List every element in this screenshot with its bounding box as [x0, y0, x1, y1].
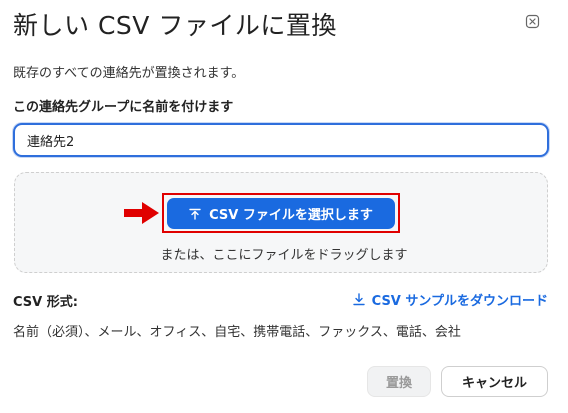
download-csv-sample-link[interactable]: CSV サンプルをダウンロード: [352, 290, 548, 309]
dialog-title: 新しい CSV ファイルに置換: [13, 11, 337, 40]
group-name-label: この連絡先グループに名前を付けます: [13, 100, 234, 115]
cancel-button[interactable]: キャンセル: [441, 366, 548, 397]
choose-csv-file-label: CSV ファイルを選択します: [209, 208, 373, 223]
replace-button[interactable]: 置換: [367, 366, 431, 397]
upload-icon: [189, 208, 201, 220]
choose-csv-file-button[interactable]: CSV ファイルを選択します: [167, 198, 395, 229]
csv-fields-list: 名前（必須）、メール、オフィス、自宅、携帯電話、ファックス、電話、会社: [13, 325, 461, 340]
drag-instructions: または、ここにファイルをドラッグします: [160, 248, 408, 263]
red-arrow-icon: [124, 202, 159, 224]
dialog-description: 既存のすべての連絡先が置換されます。: [13, 66, 245, 81]
csv-format-label: CSV 形式:: [13, 295, 78, 310]
download-icon: [352, 293, 365, 306]
replace-csv-dialog: 新しい CSV ファイルに置換 既存のすべての連絡先が置換されます。 この連絡先…: [0, 0, 568, 413]
close-icon[interactable]: [525, 14, 540, 29]
group-name-input[interactable]: [13, 123, 549, 157]
download-csv-sample-label: CSV サンプルをダウンロード: [371, 294, 548, 309]
